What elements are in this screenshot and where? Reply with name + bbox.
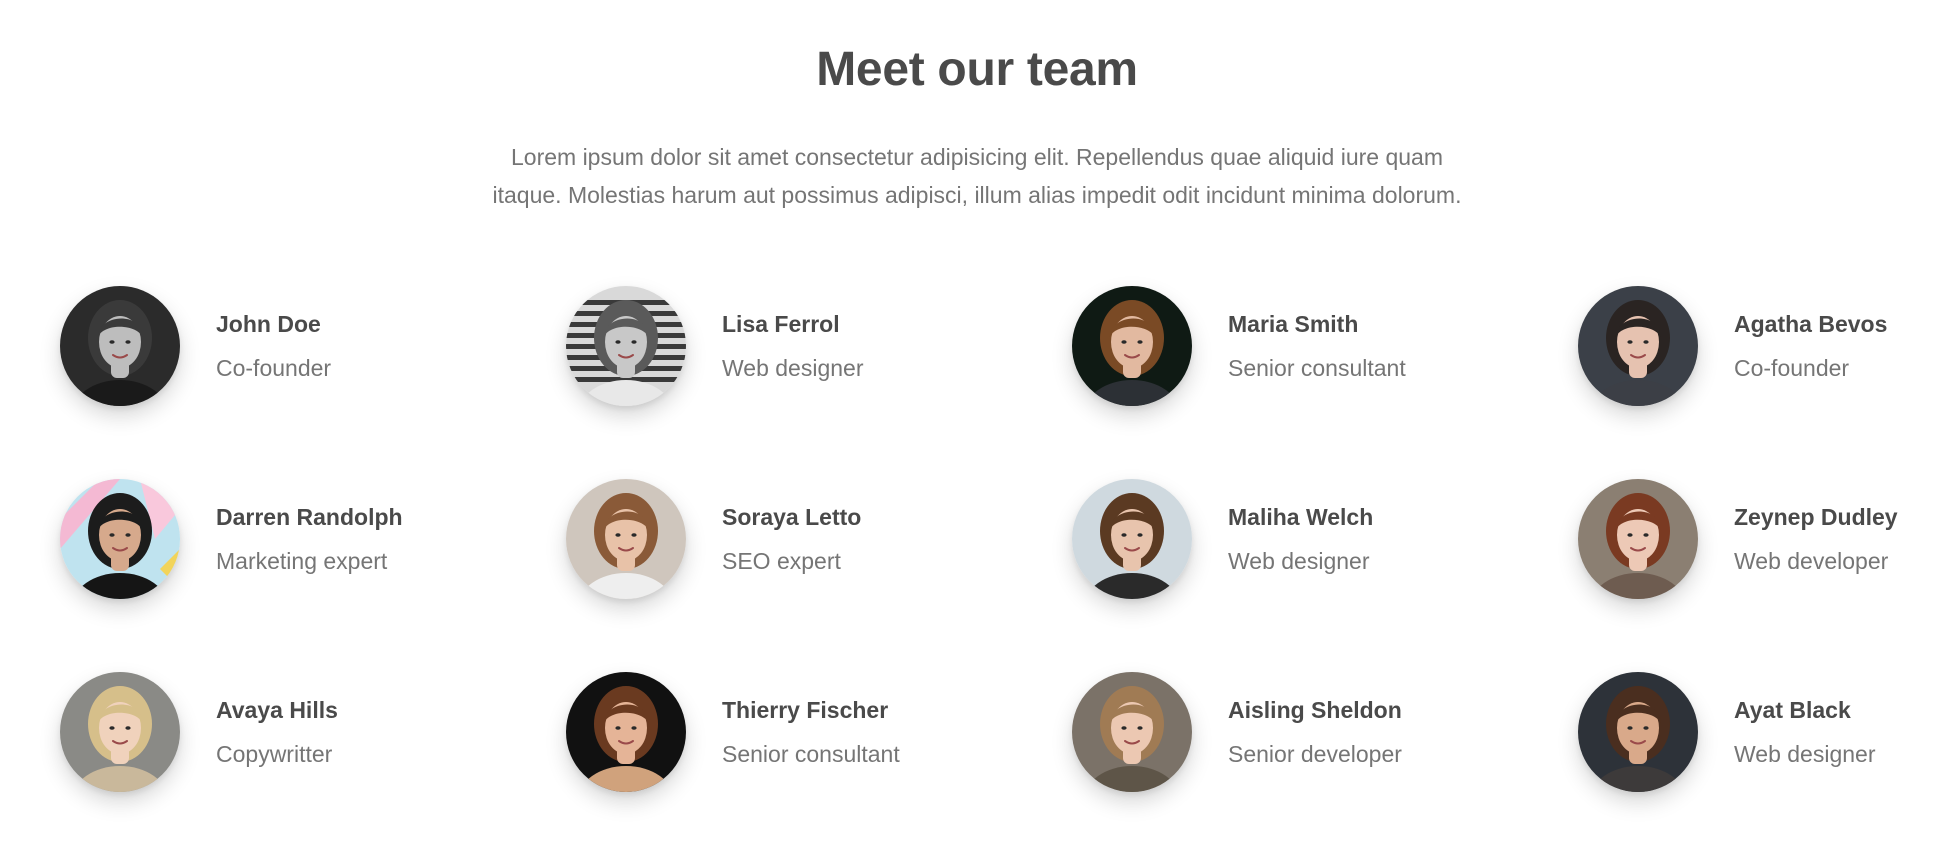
member-role: SEO expert	[722, 548, 841, 574]
member-info: Ayat Black Web designer	[1734, 695, 1876, 769]
member-role: Web designer	[1734, 741, 1876, 767]
member-avatar	[1072, 286, 1192, 406]
team-member-card: Zeynep Dudley Web developer	[1578, 479, 1954, 599]
member-name: Lisa Ferrol	[722, 311, 840, 337]
member-info: Thierry Fischer Senior consultant	[722, 695, 900, 769]
member-avatar	[60, 479, 180, 599]
member-info: Agatha Bevos Co-founder	[1734, 309, 1887, 383]
member-role: Senior developer	[1228, 741, 1402, 767]
member-info: Maria Smith Senior consultant	[1228, 309, 1406, 383]
member-info: Zeynep Dudley Web developer	[1734, 502, 1898, 576]
member-avatar	[1578, 479, 1698, 599]
team-member-card: Darren Randolph Marketing expert	[60, 479, 566, 599]
member-avatar	[1072, 479, 1192, 599]
member-info: Avaya Hills Copywritter	[216, 695, 338, 769]
member-role: Web designer	[722, 355, 864, 381]
portrait-image	[60, 286, 180, 406]
member-role: Web designer	[1228, 548, 1370, 574]
team-member-card: Aisling Sheldon Senior developer	[1072, 672, 1578, 792]
member-avatar	[566, 286, 686, 406]
member-info: Soraya Letto SEO expert	[722, 502, 861, 576]
portrait-image	[1072, 479, 1192, 599]
team-member-card: Lisa Ferrol Web designer	[566, 286, 1072, 406]
portrait-image	[566, 286, 686, 406]
member-name: Maliha Welch	[1228, 504, 1374, 530]
portrait-image	[60, 479, 180, 599]
member-name: John Doe	[216, 311, 321, 337]
member-avatar	[60, 286, 180, 406]
team-member-card: Agatha Bevos Co-founder	[1578, 286, 1954, 406]
team-member-card: Maliha Welch Web designer	[1072, 479, 1578, 599]
member-avatar	[1072, 672, 1192, 792]
member-info: John Doe Co-founder	[216, 309, 331, 383]
member-name: Avaya Hills	[216, 697, 338, 723]
member-name: Zeynep Dudley	[1734, 504, 1898, 530]
member-role: Senior consultant	[722, 741, 900, 767]
member-role: Copywritter	[216, 741, 333, 767]
section-title: Meet our team	[816, 43, 1138, 96]
member-name: Darren Randolph	[216, 504, 403, 530]
team-member-card: Avaya Hills Copywritter	[60, 672, 566, 792]
portrait-image	[566, 672, 686, 792]
member-avatar	[566, 672, 686, 792]
portrait-image	[1072, 672, 1192, 792]
member-info: Maliha Welch Web designer	[1228, 502, 1373, 576]
team-section: Meet our team Lorem ipsum dolor sit amet…	[0, 0, 1954, 857]
member-info: Lisa Ferrol Web designer	[722, 309, 864, 383]
member-role: Marketing expert	[216, 548, 388, 574]
member-name: Aisling Sheldon	[1228, 697, 1402, 723]
portrait-image	[60, 672, 180, 792]
member-avatar	[1578, 672, 1698, 792]
member-role: Senior consultant	[1228, 355, 1406, 381]
portrait-image	[1578, 479, 1698, 599]
member-name: Maria Smith	[1228, 311, 1359, 337]
member-avatar	[60, 672, 180, 792]
member-name: Thierry Fischer	[722, 697, 889, 723]
team-member-card: Soraya Letto SEO expert	[566, 479, 1072, 599]
member-role: Co-founder	[216, 355, 332, 381]
section-description-line-1: Lorem ipsum dolor sit amet consectetur a…	[510, 144, 1443, 170]
portrait-image	[1578, 286, 1698, 406]
member-role: Co-founder	[1734, 355, 1850, 381]
member-name: Soraya Letto	[722, 504, 862, 530]
member-avatar	[1578, 286, 1698, 406]
member-name: Ayat Black	[1734, 697, 1851, 723]
member-avatar	[566, 479, 686, 599]
member-role: Web developer	[1734, 548, 1889, 574]
team-member-card: Thierry Fischer Senior consultant	[566, 672, 1072, 792]
team-member-card: John Doe Co-founder	[60, 286, 566, 406]
portrait-image	[1578, 672, 1698, 792]
portrait-image	[566, 479, 686, 599]
team-member-card: Maria Smith Senior consultant	[1072, 286, 1578, 406]
section-description-line-2: itaque. Molestias harum aut possimus adi…	[492, 182, 1462, 208]
member-info: Aisling Sheldon Senior developer	[1228, 695, 1402, 769]
member-info: Darren Randolph Marketing expert	[216, 502, 403, 576]
team-grid: John Doe Co-founder Lisa Ferrol Web desi…	[60, 286, 1954, 865]
portrait-image	[1072, 286, 1192, 406]
member-name: Agatha Bevos	[1734, 311, 1888, 337]
team-member-card: Ayat Black Web designer	[1578, 672, 1954, 792]
section-description: Lorem ipsum dolor sit amet consectetur a…	[0, 138, 1954, 214]
